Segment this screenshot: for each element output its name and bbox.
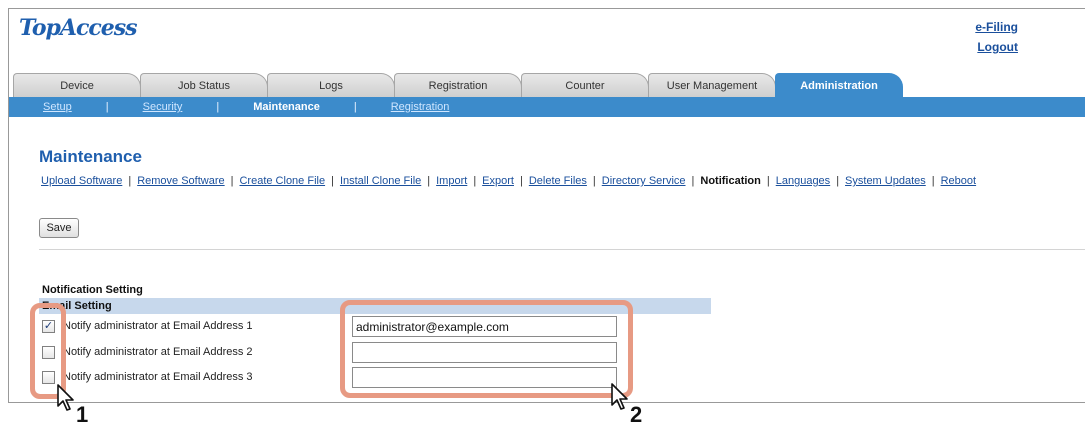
step-number-2: 2: [630, 402, 643, 427]
maintenance-links: Upload Software | Remove Software | Create C…: [41, 175, 976, 187]
tab-counter[interactable]: Counter: [521, 73, 649, 97]
link-separator: |: [766, 175, 770, 187]
divider: [39, 249, 1085, 250]
step-number-1: 1: [76, 402, 89, 427]
link-separator: |: [519, 175, 523, 187]
tab-user-management[interactable]: User Management: [648, 73, 776, 97]
link-languages[interactable]: Languages: [776, 175, 830, 187]
link-reboot[interactable]: Reboot: [941, 175, 976, 187]
subnav-security[interactable]: Security: [143, 101, 183, 113]
subnav-separator: |: [216, 101, 220, 113]
subnav-separator: |: [353, 101, 357, 113]
cursor-pointer-icon: [57, 384, 74, 411]
notification-setting-title: Notification Setting: [42, 284, 143, 296]
subnav-registration[interactable]: Registration: [391, 101, 450, 113]
logout-link[interactable]: Logout: [977, 40, 1018, 54]
subnav-maintenance[interactable]: Maintenance: [253, 101, 320, 113]
topaccess-logo: TopAccess: [19, 15, 138, 41]
link-separator: |: [427, 175, 431, 187]
email-row-2: Notify administrator at Email Address 2: [42, 342, 253, 362]
link-separator: |: [836, 175, 840, 187]
link-create-clone-file[interactable]: Create Clone File: [239, 175, 325, 187]
link-separator: |: [473, 175, 477, 187]
link-notification[interactable]: Notification: [700, 175, 761, 187]
link-separator: |: [230, 175, 234, 187]
link-remove-software[interactable]: Remove Software: [137, 175, 224, 187]
tab-registration[interactable]: Registration: [394, 73, 522, 97]
email-fields-highlight: [340, 300, 633, 398]
cursor-pointer-icon: [611, 383, 628, 410]
email-row-1: ✓ Notify administrator at Email Address …: [42, 316, 253, 336]
link-directory-service[interactable]: Directory Service: [602, 175, 686, 187]
link-separator: |: [128, 175, 132, 187]
link-separator: |: [931, 175, 935, 187]
notify-label-1: Notify administrator at Email Address 1: [63, 320, 253, 332]
link-separator: |: [691, 175, 695, 187]
link-import[interactable]: Import: [436, 175, 467, 187]
link-separator: |: [592, 175, 596, 187]
page-title: Maintenance: [39, 147, 142, 166]
main-tabs: Device Job Status Logs Registration Coun…: [13, 73, 903, 97]
link-separator: |: [331, 175, 334, 187]
link-export[interactable]: Export: [482, 175, 514, 187]
notify-label-3: Notify administrator at Email Address 3: [63, 371, 253, 383]
tab-logs[interactable]: Logs: [267, 73, 395, 97]
tab-job-status[interactable]: Job Status: [140, 73, 268, 97]
tab-device[interactable]: Device: [13, 73, 141, 97]
save-button[interactable]: Save: [39, 218, 79, 238]
tab-administration[interactable]: Administration: [775, 73, 903, 97]
link-system-updates[interactable]: System Updates: [845, 175, 926, 187]
efiling-link[interactable]: e-Filing: [975, 20, 1018, 34]
notify-label-2: Notify administrator at Email Address 2: [63, 346, 253, 358]
link-delete-files[interactable]: Delete Files: [529, 175, 587, 187]
link-install-clone-file[interactable]: Install Clone File: [340, 175, 421, 187]
link-upload-software[interactable]: Upload Software: [41, 175, 122, 187]
subnav-separator: |: [105, 101, 109, 113]
sub-navigation: Setup | Security | Maintenance | Registr…: [9, 97, 1085, 117]
subnav-setup[interactable]: Setup: [43, 101, 72, 113]
